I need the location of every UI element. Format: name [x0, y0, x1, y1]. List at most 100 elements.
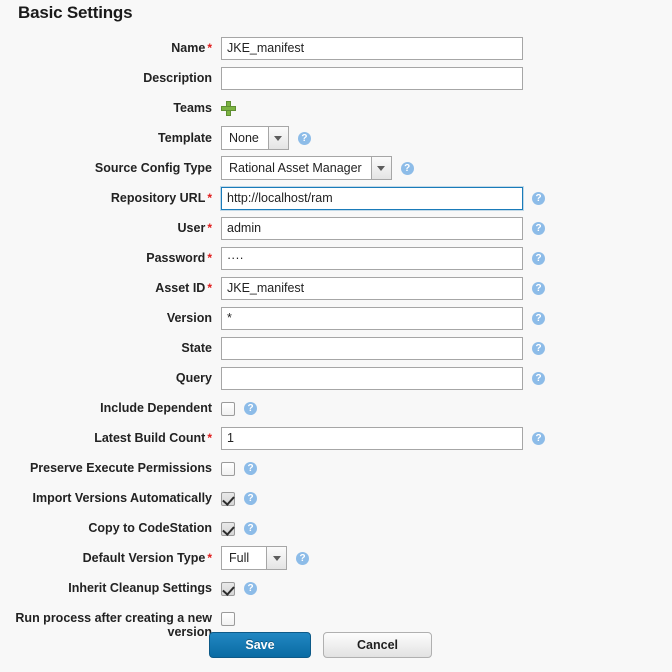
checkbox-import-versions-automatically[interactable]	[221, 491, 235, 506]
input-query[interactable]	[221, 366, 523, 390]
help-icon-inherit-cleanup-settings[interactable]: ?	[244, 581, 257, 595]
label-text: Query	[175, 371, 212, 385]
help-icon-latest-build-count[interactable]: ?	[532, 431, 545, 445]
help-icon-include-dependent[interactable]: ?	[244, 401, 257, 415]
form-row-default-version-type: Default Version Type * Full?	[0, 546, 672, 576]
help-icon-asset-id[interactable]: ?	[532, 281, 545, 295]
save-button[interactable]: Save	[209, 632, 311, 658]
control-template: None?	[212, 126, 672, 150]
control-source-config-type: Rational Asset Manager?	[212, 156, 672, 180]
label-teams: Teams	[0, 96, 212, 115]
label-text: User	[177, 221, 206, 235]
help-icon-repository-url[interactable]: ?	[532, 191, 545, 205]
checkbox-include-dependent[interactable]	[221, 401, 235, 416]
help-icon-source-config-type[interactable]: ?	[400, 161, 414, 175]
label-copy-to-codestation: Copy to CodeStation	[0, 516, 212, 535]
select-value: Rational Asset Manager	[222, 157, 371, 179]
input-latest-build-count[interactable]	[221, 426, 523, 450]
form-row-import-versions-automatically: Import Versions Automatically?	[0, 486, 672, 516]
select-default-version-type[interactable]: Full	[221, 546, 287, 570]
select-source-config-type[interactable]: Rational Asset Manager	[221, 156, 392, 180]
form-row-template: Template None?	[0, 126, 672, 156]
input-asset-id[interactable]	[221, 276, 523, 300]
control-repository-url: ?	[212, 186, 672, 210]
form-row-asset-id: Asset ID*?	[0, 276, 672, 306]
control-description	[212, 66, 672, 90]
checkbox-run-process-after-creating-a-new-version[interactable]	[221, 611, 235, 626]
help-icon-copy-to-codestation[interactable]: ?	[244, 521, 257, 535]
form-row-include-dependent: Include Dependent?	[0, 396, 672, 426]
help-icon-password[interactable]: ?	[532, 251, 545, 265]
label-user: User *	[0, 216, 212, 235]
help-icon-preserve-execute-permissions[interactable]: ?	[244, 461, 257, 475]
help-icon-version[interactable]: ?	[532, 311, 545, 325]
label-text: Inherit Cleanup Settings	[68, 581, 212, 595]
label-text: Latest Build Count	[94, 431, 206, 445]
form-row-repository-url: Repository URL*?	[0, 186, 672, 216]
label-version: Version	[0, 306, 212, 325]
label-preserve-execute-permissions: Preserve Execute Permissions	[0, 456, 212, 475]
control-inherit-cleanup-settings: ?	[212, 576, 672, 600]
input-user[interactable]	[221, 216, 523, 240]
add-team-plus-icon[interactable]	[221, 101, 236, 116]
input-name[interactable]	[221, 36, 523, 60]
form-row-inherit-cleanup-settings: Inherit Cleanup Settings?	[0, 576, 672, 606]
control-name	[212, 36, 672, 60]
input-password[interactable]	[221, 246, 523, 270]
label-inherit-cleanup-settings: Inherit Cleanup Settings	[0, 576, 212, 595]
form-row-preserve-execute-permissions: Preserve Execute Permissions?	[0, 456, 672, 486]
cancel-button[interactable]: Cancel	[323, 632, 432, 658]
page-title: Basic Settings	[18, 3, 133, 22]
checkbox-inherit-cleanup-settings[interactable]	[221, 581, 235, 596]
label-state: State	[0, 336, 212, 355]
label-include-dependent: Include Dependent	[0, 396, 212, 415]
label-repository-url: Repository URL *	[0, 186, 212, 205]
checkbox-preserve-execute-permissions[interactable]	[221, 461, 235, 476]
form-row-latest-build-count: Latest Build Count*?	[0, 426, 672, 456]
label-default-version-type: Default Version Type *	[0, 546, 212, 565]
chevron-down-icon[interactable]	[267, 127, 288, 149]
form-row-state: State?	[0, 336, 672, 366]
label-text: Source Config Type	[94, 161, 212, 175]
help-icon-import-versions-automatically[interactable]: ?	[244, 491, 257, 505]
label-template: Template	[0, 126, 212, 145]
label-password: Password *	[0, 246, 212, 265]
help-icon-user[interactable]: ?	[532, 221, 545, 235]
control-user: ?	[212, 216, 672, 240]
control-import-versions-automatically: ?	[212, 486, 672, 510]
form-row-version: Version?	[0, 306, 672, 336]
control-preserve-execute-permissions: ?	[212, 456, 672, 480]
input-version[interactable]	[221, 306, 523, 330]
label-text: Preserve Execute Permissions	[29, 461, 212, 475]
label-latest-build-count: Latest Build Count *	[0, 426, 212, 445]
chevron-down-icon[interactable]	[370, 157, 391, 179]
select-template[interactable]: None	[221, 126, 289, 150]
control-copy-to-codestation: ?	[212, 516, 672, 540]
label-text: Repository URL	[110, 191, 206, 205]
help-icon-query[interactable]: ?	[532, 371, 545, 385]
label-text: Version	[166, 311, 212, 325]
help-icon-default-version-type[interactable]: ?	[296, 551, 309, 565]
label-text: Name	[171, 41, 206, 55]
help-icon-template[interactable]: ?	[297, 131, 311, 145]
control-default-version-type: Full?	[212, 546, 672, 570]
form-row-password: Password*?	[0, 246, 672, 276]
basic-settings-form: Name*DescriptionTeamsTemplateNone?Source…	[0, 36, 672, 650]
chevron-down-icon[interactable]	[266, 547, 286, 569]
control-version: ?	[212, 306, 672, 330]
input-state[interactable]	[221, 336, 523, 360]
control-teams	[212, 96, 672, 120]
form-row-name: Name *	[0, 36, 672, 66]
checkbox-copy-to-codestation[interactable]	[221, 521, 235, 536]
control-query: ?	[212, 366, 672, 390]
input-description[interactable]	[221, 66, 523, 90]
control-latest-build-count: ?	[212, 426, 672, 450]
help-icon-state[interactable]: ?	[532, 341, 545, 355]
form-actions: Save Cancel	[0, 632, 672, 658]
input-repository-url[interactable]	[221, 186, 523, 210]
label-query: Query	[0, 366, 212, 385]
label-text: Import Versions Automatically	[32, 491, 212, 505]
label-description: Description	[0, 66, 212, 85]
label-text: Asset ID	[155, 281, 206, 295]
label-text: Description	[143, 71, 212, 85]
